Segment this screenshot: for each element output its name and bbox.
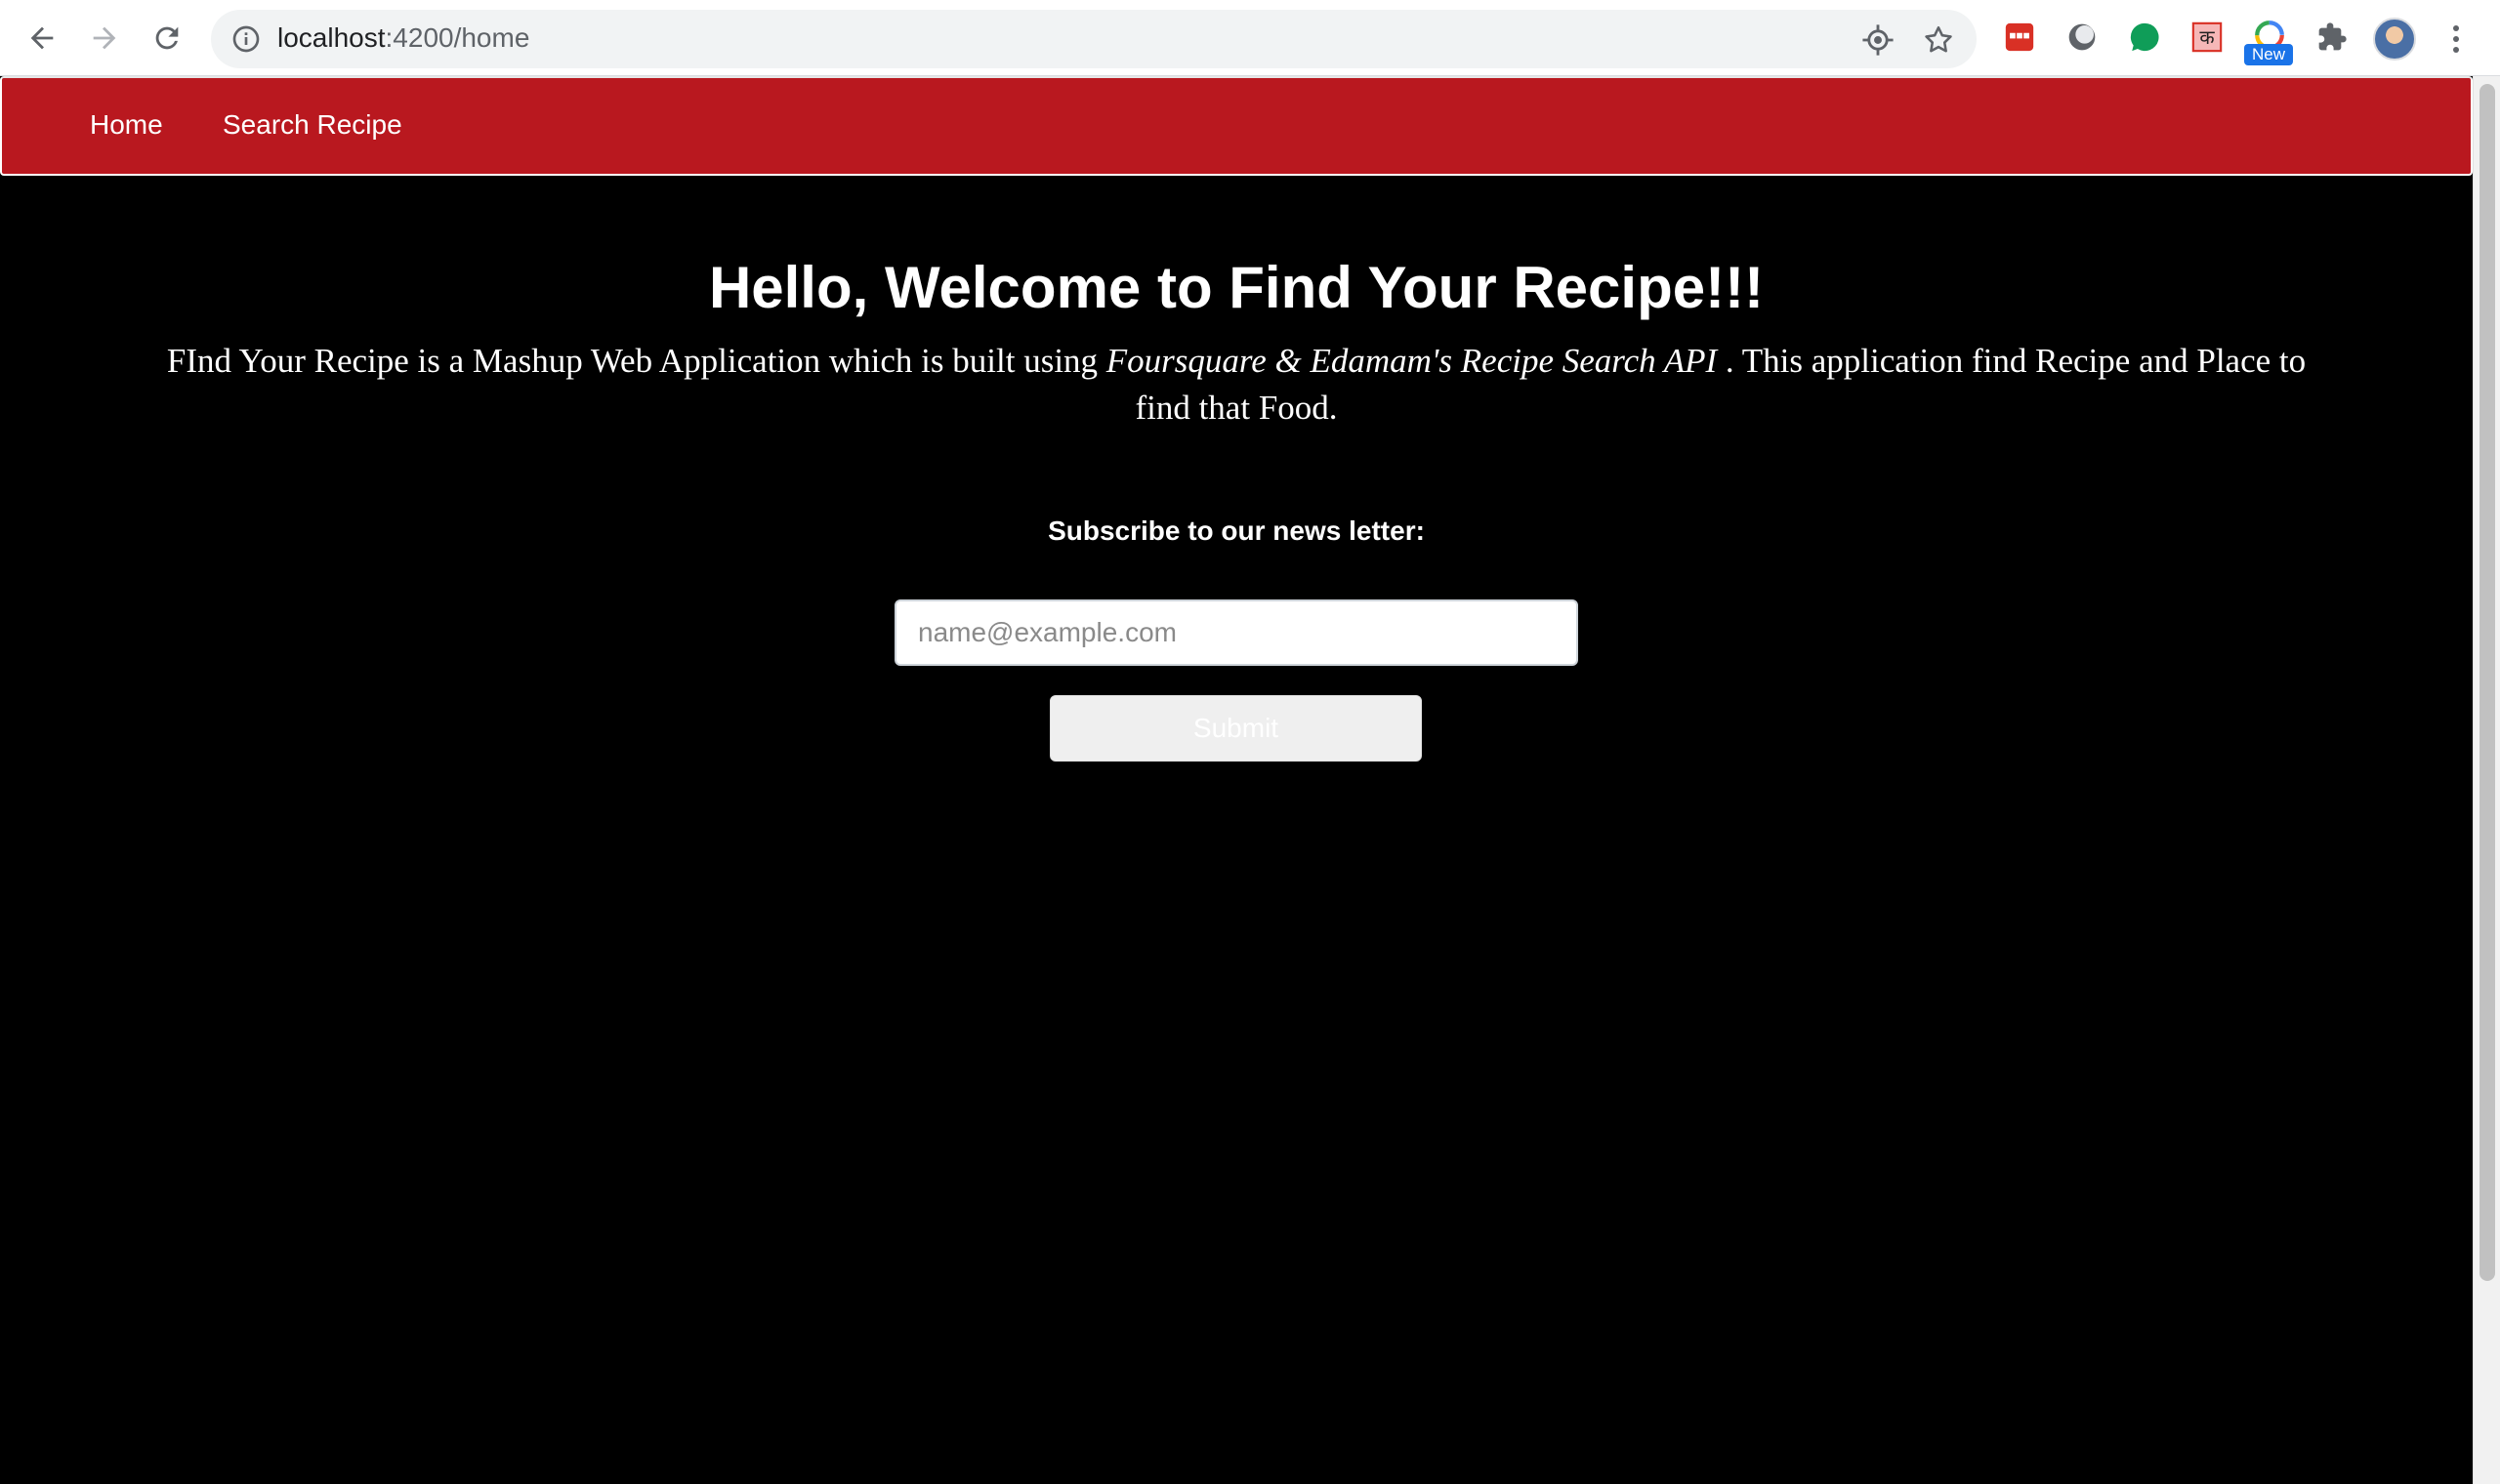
arrow-right-icon <box>93 26 116 50</box>
info-icon[interactable] <box>230 23 262 55</box>
new-badge: New <box>2244 44 2293 65</box>
forward-button[interactable] <box>84 18 125 59</box>
browser-toolbar: localhost:4200/home क New <box>0 0 2500 76</box>
green-bubble-ext-icon[interactable] <box>2127 20 2162 55</box>
vertical-scrollbar[interactable] <box>2473 76 2500 1484</box>
page-body: Home Search Recipe Hello, Welcome to Fin… <box>0 76 2473 1484</box>
url-text[interactable]: localhost:4200/home <box>277 22 529 54</box>
page-title: Hello, Welcome to Find Your Recipe!!! <box>708 255 1765 320</box>
puzzle-extensions-icon[interactable] <box>2314 20 2350 55</box>
scrollbar-thumb[interactable] <box>2479 84 2495 1281</box>
bookmark-star-icon[interactable] <box>1922 23 1955 57</box>
url-host: localhost <box>277 22 386 53</box>
hero-description: FInd Your Recipe is a Mashup Web Applica… <box>137 338 2336 432</box>
hindi-ka-ext-icon[interactable]: क <box>2189 20 2225 55</box>
moon-ext-icon[interactable] <box>2064 20 2100 55</box>
reload-button[interactable] <box>146 18 188 59</box>
email-field[interactable] <box>895 599 1578 666</box>
red-ext-icon[interactable] <box>2002 20 2037 55</box>
nav-link-search-recipe[interactable]: Search Recipe <box>223 109 402 141</box>
hero-description-api: Foursquare & Edamam's Recipe Search API <box>1105 342 1718 380</box>
top-navbar: Home Search Recipe <box>0 76 2473 176</box>
arrow-left-icon <box>30 26 54 50</box>
location-target-icon[interactable] <box>1861 23 1895 57</box>
hero-description-start: FInd Your Recipe is a Mashup Web Applica… <box>166 342 1106 380</box>
browser-menu-icon[interactable] <box>2441 20 2471 59</box>
reload-icon <box>155 26 179 50</box>
address-bar[interactable]: localhost:4200/home <box>211 10 1977 68</box>
back-button[interactable] <box>21 18 62 59</box>
subscribe-label: Subscribe to our news letter: <box>1048 515 1425 546</box>
url-path: :4200/home <box>385 22 530 53</box>
nav-link-home[interactable]: Home <box>90 109 163 141</box>
submit-button[interactable]: Submit <box>1050 695 1422 762</box>
svg-text:क: क <box>2199 26 2215 49</box>
profile-avatar[interactable] <box>2373 18 2416 61</box>
